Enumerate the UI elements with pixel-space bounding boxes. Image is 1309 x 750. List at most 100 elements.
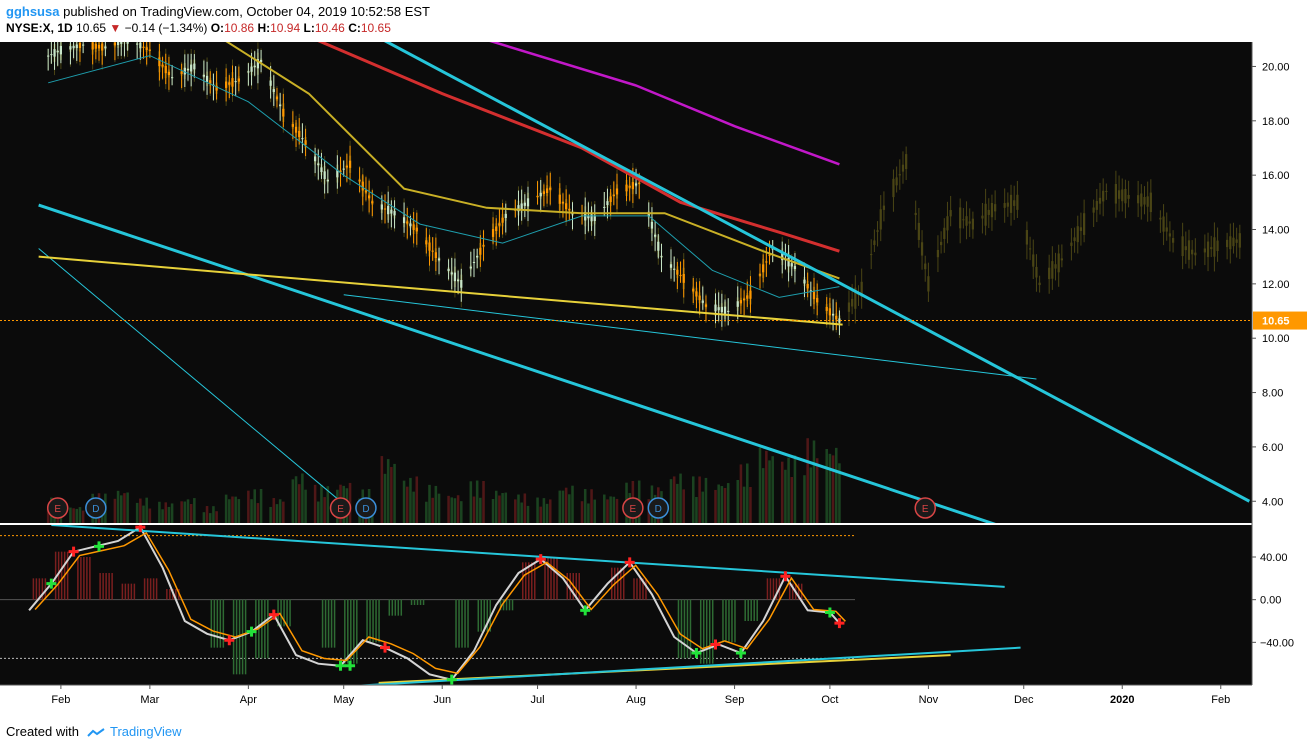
price-candle [136,43,139,45]
volume-bar [72,508,75,523]
volume-bar [793,455,797,523]
price-candle [723,306,727,314]
price-candle [180,71,183,74]
osc-histogram-bar [86,557,88,600]
volume-bar [431,497,434,523]
volume-bar [571,485,574,523]
price-candle [345,165,348,168]
price-candle [453,272,457,282]
osc-histogram-bar [324,599,327,648]
price-tick-label: 16.00 [1262,170,1290,182]
ghost-candle [987,209,990,215]
price-candle [228,82,231,85]
volume-bar [831,455,835,523]
price-candle [469,266,472,269]
price-candle [190,64,193,72]
osc-histogram-bar [522,562,524,600]
volume-bar [746,463,749,523]
volume-bar [691,476,695,523]
osc-histogram-bar [511,599,514,611]
price-candle [606,201,609,206]
osc-histogram-bar [480,599,483,632]
osc-histogram-bar [750,599,752,621]
osc-histogram-bar [80,557,82,600]
price-tick-label: 4.00 [1262,496,1283,508]
price-candle [638,182,641,184]
ghost-candle [920,242,924,256]
price-candle [545,188,549,193]
volume-bar [564,487,568,523]
volume-bar [291,479,295,523]
volume-bar [202,512,206,523]
volume-bar [390,467,393,523]
ghost-candle [1171,238,1175,243]
volume-bar [558,490,562,523]
ghost-candle [924,263,927,270]
ghost-candle [1048,267,1051,280]
osc-histogram-bar [725,599,727,643]
price-candle [161,64,164,67]
time-tick-label: Mar [140,694,159,706]
author-name[interactable]: gghsusa [6,4,59,19]
price-candle [139,42,142,49]
osc-histogram-bar [111,573,113,600]
volume-bar [803,475,806,523]
price-axis-bg [1252,42,1309,716]
ghost-candle [994,204,997,212]
price-candle [603,206,606,208]
volume-bar [215,511,218,523]
price-candle [565,203,568,210]
price-candle [298,130,301,138]
volume-bar [148,508,152,523]
price-candle [476,255,479,258]
price-candle [402,217,406,224]
osc-histogram-bar [461,599,463,648]
osc-histogram-bar [32,578,35,600]
price-candle [520,203,523,209]
ghost-candle [1187,240,1191,260]
osc-histogram-bar [369,599,371,643]
time-tick-label: 2020 [1110,694,1134,706]
volume-bar [450,497,454,523]
volume-bar [237,499,241,523]
price-candle [348,160,352,168]
osc-histogram-bar [152,578,155,600]
osc-histogram-bar [219,599,222,648]
price-candle [406,221,409,224]
price-candle [313,156,317,162]
osc-histogram-bar [534,562,536,600]
volume-bar [717,484,720,523]
chart-area[interactable]: E D E D E D E 20.00 18.00 16.00 14.00 12.00 10.00 8.0… [0,42,1309,716]
volume-bar [580,501,584,523]
low-label: L: [303,21,315,35]
price-candle [450,272,453,275]
volume-bar [282,501,285,523]
volume-bar [672,476,676,523]
price-candle [698,295,701,301]
ghost-candle [1079,227,1083,231]
price-candle [526,198,530,207]
ghost-candle [1105,190,1108,192]
tradingview-brand[interactable]: TradingView [110,724,182,739]
price-chart-svg[interactable]: E D E D E D E 20.00 18.00 16.00 14.00 12.00 10.00 8.0… [0,42,1309,716]
volume-bar [164,502,168,523]
volume-bar [615,498,619,523]
osc-histogram-bar [680,599,683,659]
volume-bar [405,486,409,523]
publish-header: gghsusa published on TradingView.com, Oc… [6,4,430,19]
volume-bar [231,496,234,523]
osc-histogram-bar [731,599,733,643]
volume-bar [380,456,384,523]
tradingview-logo-icon [86,727,105,737]
volume-bar [815,458,819,523]
osc-histogram-bar [388,599,391,616]
ghost-candle [1191,249,1194,255]
volume-bar [113,498,117,523]
price-candle [342,168,345,170]
osc-histogram-bar [83,557,85,600]
osc-histogram-bar [155,578,158,600]
volume-bar [317,501,320,523]
volume-bar [259,489,263,523]
time-tick-label: Jul [531,694,545,706]
volume-bar [272,498,276,523]
